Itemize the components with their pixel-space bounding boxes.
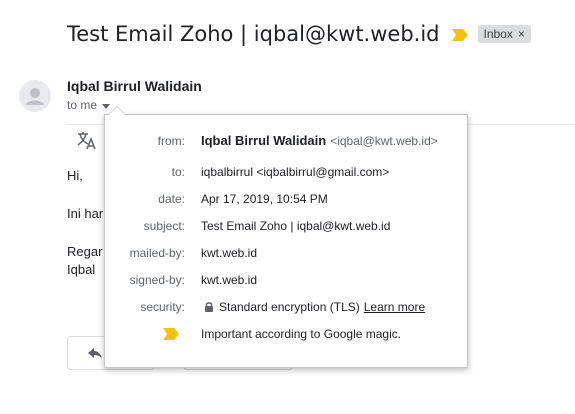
sender-name: Iqbal Birrul Walidain (67, 78, 202, 94)
security-label: security: (140, 300, 185, 314)
date-label: date: (158, 192, 185, 206)
important-marker-icon[interactable] (451, 29, 468, 41)
importance-value: Important according to Google magic. (201, 327, 402, 341)
detail-row-from: from: Iqbal Birrul Walidain <iqbal@kwt.we… (105, 131, 467, 151)
learn-more-link[interactable]: Learn more (364, 300, 425, 314)
detail-row-subject: subject: Test Email Zoho | iqbal@kwt.web… (105, 216, 467, 236)
email-subject-row: Test Email Zoho | iqbal@kwt.web.id Inbox… (67, 17, 531, 51)
translate-icon[interactable] (76, 131, 98, 151)
inbox-label-text: Inbox (483, 27, 513, 41)
to-label: to: (171, 165, 185, 179)
detail-row-security: security: Standard encryption (TLS) Learn… (105, 297, 467, 317)
message-details-popup: from: Iqbal Birrul Walidain <iqbal@kwt.we… (104, 106, 468, 368)
detail-row-signed-by: signed-by: kwt.web.id (105, 270, 467, 290)
from-value: Iqbal Birrul Walidain <iqbal@kwt.web.id> (201, 131, 438, 151)
detail-row-importance: Important according to Google magic. (105, 324, 467, 344)
from-label: from: (157, 134, 185, 148)
signed-by-value: kwt.web.id (201, 273, 258, 287)
sender-avatar (19, 80, 51, 112)
email-body-line: Hi, (67, 168, 83, 183)
subject-label: subject: (143, 219, 185, 233)
email-body-line: Regar (67, 244, 103, 259)
mailed-by-value: kwt.web.id (201, 246, 258, 260)
from-name: Iqbal Birrul Walidain (201, 133, 327, 148)
to-value: iqbalbirrul <iqbalbirrul@gmail.com> (201, 165, 390, 179)
popup-arrow (108, 106, 126, 115)
signed-by-label: signed-by: (129, 273, 185, 287)
recipient-details-toggle[interactable]: to me (67, 98, 111, 112)
detail-row-to: to: iqbalbirrul <iqbalbirrul@gmail.com> (105, 162, 467, 182)
detail-row-date: date: Apr 17, 2019, 10:54 PM (105, 189, 467, 209)
from-address: <iqbal@kwt.web.id> (330, 134, 438, 148)
reply-icon (88, 348, 102, 359)
inbox-label-chip[interactable]: Inbox × (477, 25, 531, 43)
security-text: Standard encryption (TLS) (219, 300, 360, 314)
email-body-line: Iqbal (67, 262, 96, 277)
date-value: Apr 17, 2019, 10:54 PM (201, 192, 328, 206)
mailed-by-label: mailed-by: (129, 246, 185, 260)
email-body-line: Ini har (67, 206, 104, 221)
avatar-icon (19, 80, 51, 112)
security-value: Standard encryption (TLS) Learn more (199, 297, 425, 317)
subject-value: Test Email Zoho | iqbal@kwt.web.id (201, 219, 391, 233)
to-me-text: to me (67, 98, 98, 112)
detail-row-mailed-by: mailed-by: kwt.web.id (105, 243, 467, 263)
lock-icon (205, 302, 213, 312)
important-marker-icon (163, 328, 179, 340)
email-subject-title: Test Email Zoho | iqbal@kwt.web.id (67, 22, 440, 46)
remove-label-icon[interactable]: × (518, 27, 525, 41)
